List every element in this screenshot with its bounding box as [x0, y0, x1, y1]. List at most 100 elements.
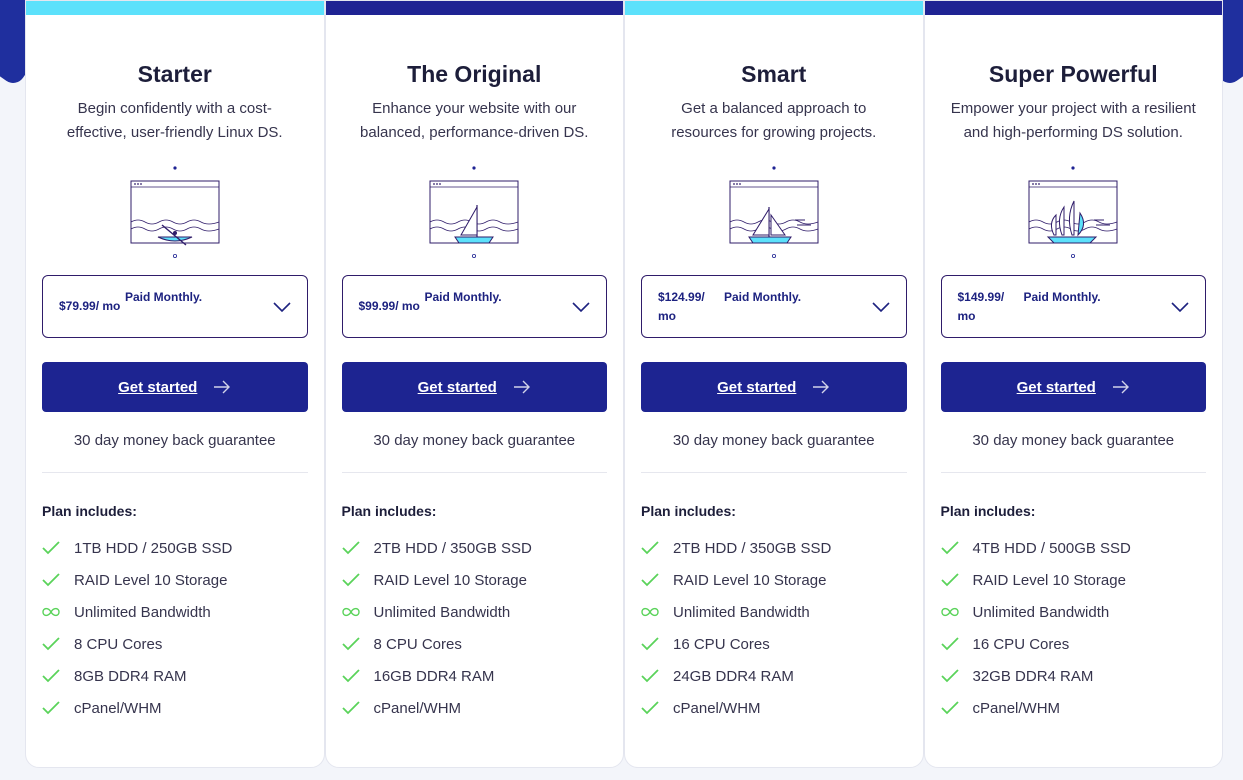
plan-card: Smart Get a balanced approach to resource…	[624, 0, 924, 768]
feature-item: 1TB HDD / 250GB SSD	[42, 532, 308, 564]
price-value: $124.99/ mo	[658, 289, 705, 323]
galleon-icon	[1018, 165, 1128, 265]
feature-item: 16 CPU Cores	[940, 628, 1207, 660]
card-body: Super Powerful Empower your project with …	[940, 1, 1207, 724]
price-select-dropdown[interactable]: $99.99/ mo Paid Monthly.	[341, 275, 607, 338]
check-icon	[42, 541, 60, 555]
billing-period: Paid Monthly.	[724, 290, 802, 304]
get-started-button[interactable]: Get started	[42, 362, 308, 412]
price-select-dropdown[interactable]: $149.99/ mo Paid Monthly.	[940, 275, 1206, 338]
feature-item: 32GB DDR4 RAM	[940, 660, 1207, 692]
check-icon	[940, 541, 959, 555]
feature-label: 8 CPU Cores	[373, 635, 462, 653]
feature-label: Unlimited Bandwidth	[373, 603, 511, 621]
infinity-icon	[940, 605, 959, 619]
check-icon	[341, 701, 360, 715]
check-icon	[940, 669, 959, 683]
get-started-label: Get started	[417, 378, 497, 396]
chevron-down-icon	[1171, 298, 1189, 316]
price-value: $79.99/ mo	[59, 299, 121, 313]
plan-includes-title: Plan includes:	[341, 503, 437, 519]
divider	[940, 472, 1206, 473]
check-icon	[341, 541, 360, 555]
arrow-right-icon	[1112, 380, 1130, 394]
feature-label: RAID Level 10 Storage	[673, 571, 827, 589]
check-icon	[42, 637, 60, 651]
plan-name: Super Powerful	[988, 61, 1158, 87]
feature-list: 4TB HDD / 500GB SSD RAID Level 10 Storage…	[940, 532, 1207, 724]
feature-label: Unlimited Bandwidth	[972, 603, 1110, 621]
feature-item: 4TB HDD / 500GB SSD	[940, 532, 1207, 564]
feature-item: cPanel/WHM	[42, 692, 308, 724]
price-select-dropdown[interactable]: $79.99/ mo Paid Monthly.	[42, 275, 308, 338]
feature-item: 8 CPU Cores	[42, 628, 308, 660]
billing-period: Paid Monthly.	[125, 290, 203, 304]
billing-period: Paid Monthly.	[424, 290, 502, 304]
infinity-icon	[341, 605, 360, 619]
plan-includes-title: Plan includes:	[42, 503, 137, 519]
plan-card: The Original Enhance your website with ou…	[324, 0, 624, 768]
infinity-icon	[641, 605, 659, 619]
feature-list: 2TB HDD / 350GB SSD RAID Level 10 Storage…	[341, 532, 608, 724]
money-back-guarantee: 30 day money back guarantee	[373, 432, 576, 449]
feature-item: RAID Level 10 Storage	[341, 564, 608, 596]
check-icon	[641, 669, 659, 683]
divider	[42, 472, 308, 473]
feature-label: 8GB DDR4 RAM	[74, 667, 187, 685]
check-icon	[641, 573, 659, 587]
get-started-label: Get started	[118, 378, 198, 396]
feature-label: 2TB HDD / 350GB SSD	[673, 539, 832, 557]
sailboat-icon	[419, 165, 529, 265]
plan-description: Get a balanced approach to resources for…	[671, 100, 877, 141]
feature-item: Unlimited Bandwidth	[641, 596, 907, 628]
speedy-sailboat-icon	[719, 165, 829, 265]
feature-label: 24GB DDR4 RAM	[673, 667, 794, 685]
check-icon	[940, 701, 959, 715]
feature-item: Unlimited Bandwidth	[341, 596, 608, 628]
get-started-button[interactable]: Get started	[940, 362, 1206, 412]
feature-label: RAID Level 10 Storage	[373, 571, 527, 589]
feature-label: cPanel/WHM	[74, 699, 162, 717]
feature-item: Unlimited Bandwidth	[42, 596, 308, 628]
feature-label: RAID Level 10 Storage	[972, 571, 1126, 589]
feature-item: cPanel/WHM	[341, 692, 608, 724]
feature-label: 16GB DDR4 RAM	[373, 667, 495, 685]
check-icon	[42, 701, 60, 715]
feature-label: cPanel/WHM	[972, 699, 1061, 717]
arrow-right-icon	[812, 380, 830, 394]
card-body: The Original Enhance your website with ou…	[341, 1, 608, 724]
card-body: Starter Begin confidently with a cost-eff…	[42, 1, 308, 724]
billing-period: Paid Monthly.	[1023, 290, 1101, 304]
plan-card: Starter Begin confidently with a cost-eff…	[25, 0, 325, 768]
plan-description: Begin confidently with a cost-effective,…	[66, 100, 283, 141]
plan-card: Super Powerful Empower your project with …	[923, 0, 1223, 768]
plan-name: Starter	[137, 61, 212, 87]
check-icon	[641, 637, 659, 651]
feature-label: Unlimited Bandwidth	[74, 603, 211, 621]
check-icon	[42, 573, 60, 587]
check-icon	[940, 637, 959, 651]
money-back-guarantee: 30 day money back guarantee	[972, 432, 1175, 449]
feature-item: Unlimited Bandwidth	[940, 596, 1207, 628]
feature-label: cPanel/WHM	[373, 699, 462, 717]
get-started-button[interactable]: Get started	[641, 362, 907, 412]
money-back-guarantee: 30 day money back guarantee	[672, 432, 875, 449]
arrow-right-icon	[213, 380, 231, 394]
feature-label: RAID Level 10 Storage	[74, 571, 228, 589]
get-started-button[interactable]: Get started	[341, 362, 607, 412]
price-value: $149.99/ mo	[957, 289, 1005, 323]
pricing-cards: Starter Begin confidently with a cost-eff…	[25, 0, 1223, 768]
price-value: $99.99/ mo	[358, 299, 420, 313]
check-icon	[641, 541, 659, 555]
plan-name: The Original	[407, 61, 542, 87]
feature-item: 8GB DDR4 RAM	[42, 660, 308, 692]
infinity-icon	[42, 605, 60, 619]
money-back-guarantee: 30 day money back guarantee	[73, 432, 276, 449]
plan-includes-title: Plan includes:	[641, 503, 736, 519]
feature-item: 16 CPU Cores	[641, 628, 907, 660]
arrow-right-icon	[513, 380, 531, 394]
feature-item: 16GB DDR4 RAM	[341, 660, 608, 692]
feature-item: RAID Level 10 Storage	[42, 564, 308, 596]
price-select-dropdown[interactable]: $124.99/ mo Paid Monthly.	[641, 275, 907, 338]
plan-includes-title: Plan includes:	[940, 503, 1036, 519]
